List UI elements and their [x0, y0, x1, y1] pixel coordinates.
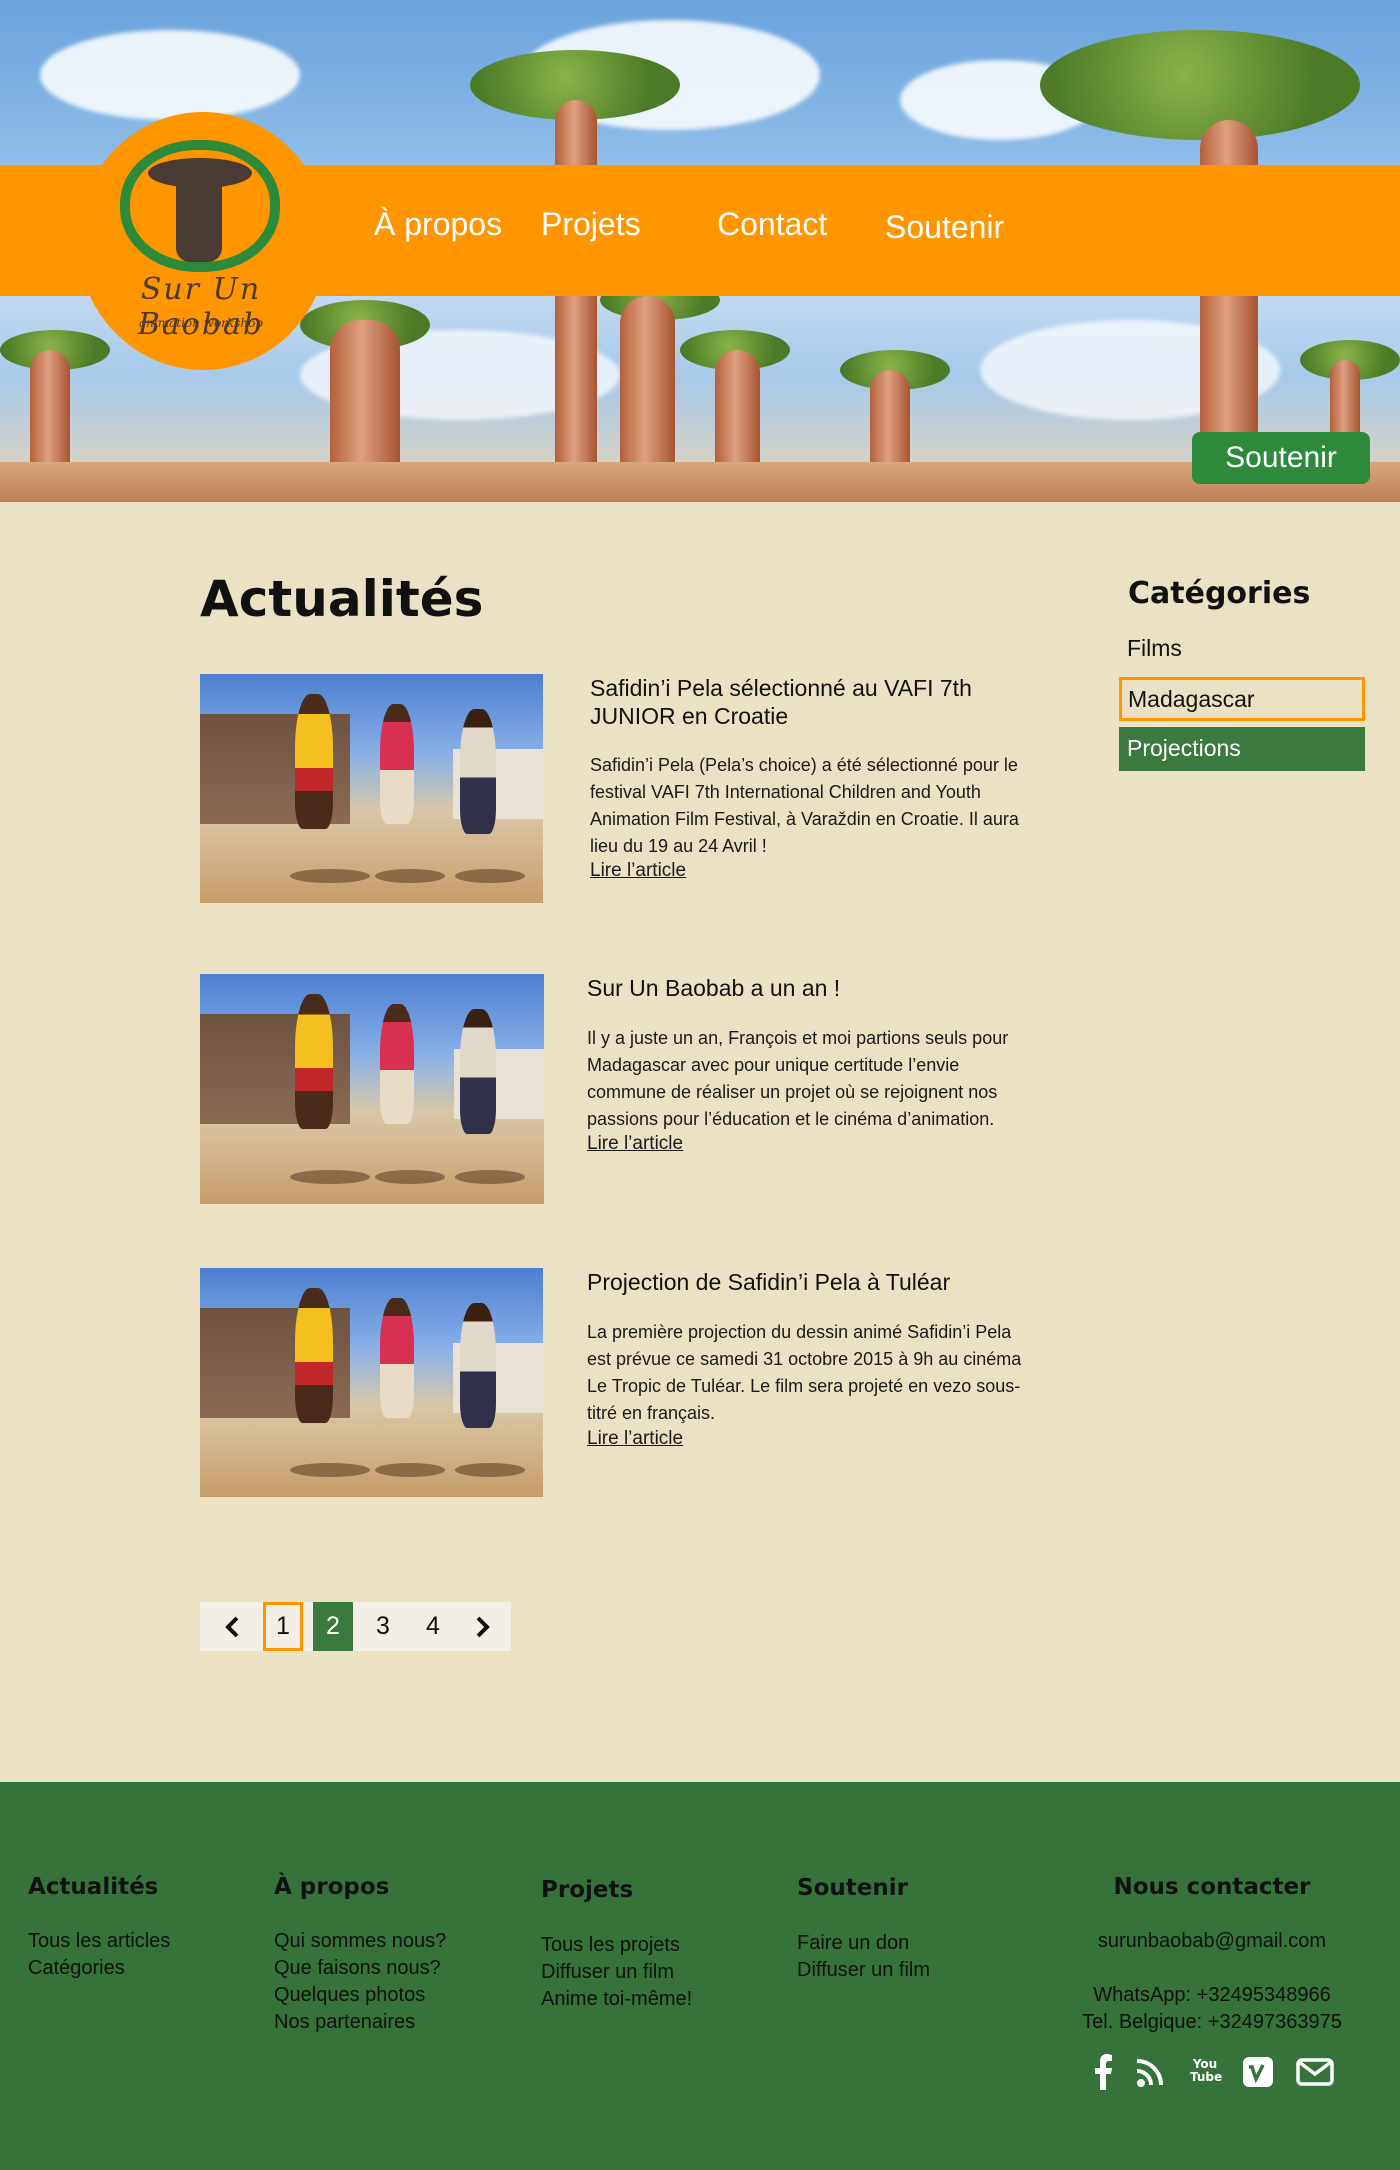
- article-excerpt: La première projection du dessin animé S…: [587, 1322, 1022, 1423]
- footer-soutenir-title[interactable]: Soutenir: [797, 1875, 908, 1901]
- mail-icon[interactable]: [1296, 2054, 1334, 2090]
- page-title: Actualités: [200, 570, 484, 628]
- article-title[interactable]: Projection de Safidin’i Pela à Tuléar: [587, 1268, 1017, 1296]
- page-2-current[interactable]: 2: [313, 1602, 353, 1651]
- article-thumbnail[interactable]: [200, 674, 543, 903]
- contact-phone: Tel. Belgique: +32497363975: [1082, 2011, 1342, 2033]
- page-4-link[interactable]: 4: [413, 1602, 453, 1651]
- footer-apropos-title[interactable]: À propos: [274, 1874, 389, 1900]
- page-3-link[interactable]: 3: [363, 1602, 403, 1651]
- footer-contact-title: Nous contacter: [1113, 1874, 1311, 1900]
- nav-contact[interactable]: Contact: [717, 206, 827, 243]
- footer-link[interactable]: Faire un don: [797, 1932, 909, 1955]
- rss-icon[interactable]: [1136, 2054, 1166, 2090]
- logo-subtitle: animation workshop: [139, 316, 263, 330]
- article-card: Safidin’i Pela sélectionné au VAFI 7th J…: [200, 674, 1030, 904]
- youtube-icon[interactable]: You Tube: [1188, 2054, 1222, 2090]
- footer-link[interactable]: Tous les articles: [28, 1930, 170, 1953]
- article-thumbnail[interactable]: [200, 974, 544, 1204]
- footer-link[interactable]: Anime toi-même!: [541, 1988, 692, 2011]
- footer-link[interactable]: Quelques photos: [274, 1984, 425, 2007]
- soutenir-button[interactable]: Soutenir: [1192, 432, 1370, 484]
- category-films[interactable]: Films: [1119, 627, 1365, 671]
- article-thumbnail[interactable]: [200, 1268, 543, 1497]
- contact-whatsapp: WhatsApp: +32495348966: [1093, 1984, 1331, 2006]
- page-1-link[interactable]: 1: [263, 1602, 303, 1651]
- vimeo-icon[interactable]: [1242, 2054, 1274, 2090]
- article-title[interactable]: Safidin’i Pela sélectionné au VAFI 7th J…: [590, 674, 1020, 730]
- footer-link[interactable]: Diffuser un film: [541, 1961, 674, 1984]
- footer-actualites-title[interactable]: Actualités: [28, 1874, 158, 1900]
- article-excerpt: Il y a juste un an, François et moi part…: [587, 1028, 1009, 1129]
- youtube-label: You Tube: [1190, 2057, 1223, 2084]
- footer-link[interactable]: Tous les projets: [541, 1934, 680, 1957]
- chevron-right-icon[interactable]: [462, 1602, 502, 1651]
- nav-a-propos[interactable]: À propos: [374, 206, 502, 243]
- contact-email[interactable]: surunbaobab@gmail.com: [1062, 1930, 1362, 1953]
- article-excerpt: Safidin’i Pela (Pela’s choice) a été sél…: [590, 755, 1019, 856]
- category-projections[interactable]: Projections: [1119, 727, 1365, 771]
- read-article-link[interactable]: Lire l’article: [590, 860, 686, 882]
- footer-link[interactable]: Nos partenaires: [274, 2011, 415, 2034]
- article-card: Projection de Safidin’i Pela à Tuléar La…: [200, 1268, 1030, 1498]
- site-footer: [0, 1782, 1400, 2170]
- article-card: Sur Un Baobab a un an ! Il y a juste un …: [200, 974, 1030, 1204]
- nav-projets[interactable]: Projets: [541, 206, 641, 243]
- logo-title: Sur Un Baobab: [137, 272, 265, 342]
- pagination: 1 2 3 4: [200, 1602, 511, 1651]
- categories-title: Catégories: [1128, 576, 1311, 611]
- read-article-link[interactable]: Lire l’article: [587, 1428, 683, 1450]
- footer-projets-title[interactable]: Projets: [541, 1877, 633, 1903]
- footer-link[interactable]: Qui sommes nous?: [274, 1930, 446, 1953]
- footer-link[interactable]: Diffuser un film: [797, 1959, 930, 1982]
- chevron-left-icon[interactable]: [213, 1602, 253, 1651]
- facebook-icon[interactable]: [1092, 2054, 1114, 2090]
- footer-link[interactable]: Que faisons nous?: [274, 1957, 441, 1980]
- article-title[interactable]: Sur Un Baobab a un an !: [587, 974, 1017, 1002]
- category-madagascar[interactable]: Madagascar: [1119, 677, 1365, 721]
- read-article-link[interactable]: Lire l’article: [587, 1133, 683, 1155]
- nav-soutenir[interactable]: Soutenir: [885, 209, 1004, 246]
- footer-link[interactable]: Catégories: [28, 1957, 125, 1980]
